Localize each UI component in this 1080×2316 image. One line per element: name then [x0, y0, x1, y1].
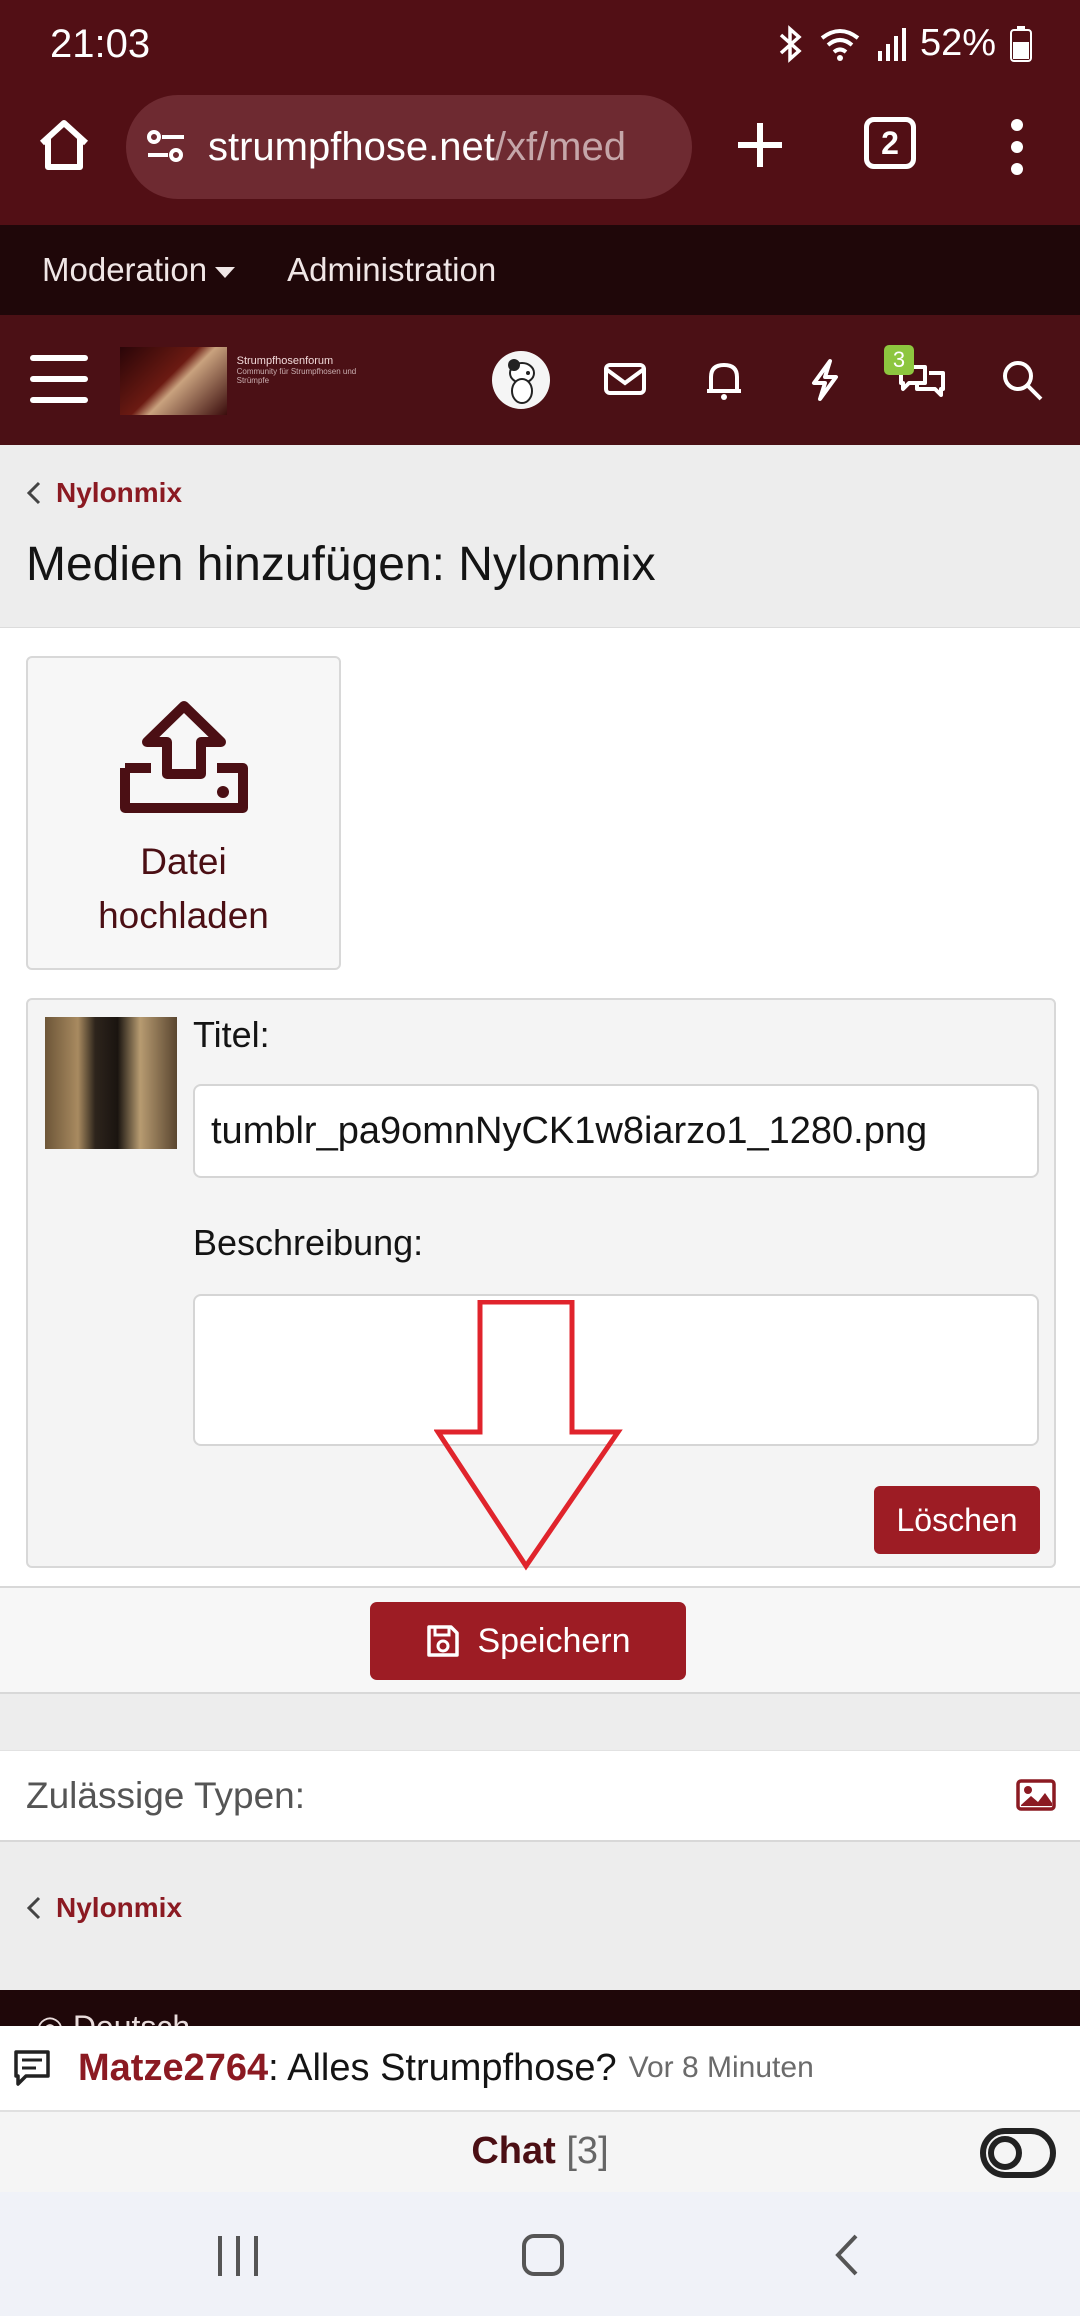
title-label: Titel: — [193, 1014, 270, 1055]
status-time: 21:03 — [50, 22, 151, 66]
annotation-arrow-down-icon — [434, 1300, 623, 1571]
toggle-knob — [988, 2136, 1022, 2170]
chat-username[interactable]: Matze2764 — [78, 2047, 268, 2090]
allowed-types-label: Zulässige Typen: — [26, 1775, 306, 1816]
moderation-menu[interactable]: Moderation — [42, 251, 236, 289]
media-thumbnail[interactable] — [45, 1017, 177, 1149]
signal-icon — [877, 27, 906, 61]
battery-icon — [1010, 25, 1032, 62]
image-icon — [1016, 1779, 1056, 1811]
conversations-badge: 3 — [884, 345, 914, 375]
avatar-image — [508, 359, 535, 404]
chat-message-time: Vor 8 Minuten — [628, 2051, 814, 2084]
chat-message-icon — [14, 2050, 50, 2086]
spacer — [0, 1694, 1080, 1750]
back-icon[interactable] — [832, 2232, 860, 2278]
nav-home-icon[interactable] — [522, 2234, 564, 2276]
upload-label-line1: Datei — [140, 841, 227, 882]
breadcrumb[interactable]: Nylonmix — [26, 477, 182, 509]
delete-button[interactable]: Löschen — [874, 1486, 1040, 1554]
allowed-types-row: Zulässige Typen: — [0, 1750, 1080, 1842]
form-submit-row: Speichern — [0, 1586, 1080, 1694]
language-selector[interactable]: ◎ Deutsch — [36, 2008, 190, 2026]
site-footer: ◎ Deutsch — [0, 1990, 1080, 2026]
url-host: strumpfhose.net — [208, 124, 495, 169]
site-logo[interactable]: Strumpfhosenforum Community für Strumpfh… — [120, 347, 376, 415]
upload-icon — [119, 701, 248, 813]
logo-image — [120, 347, 227, 415]
footer-breadcrumb[interactable]: Nylonmix — [26, 1892, 182, 1924]
more-menu-icon[interactable] — [1010, 115, 1024, 179]
caret-down-icon — [215, 266, 236, 278]
breadcrumb-link[interactable]: Nylonmix — [56, 477, 182, 509]
save-icon — [427, 1625, 460, 1657]
chevron-left-icon — [26, 481, 41, 505]
title-input[interactable] — [193, 1084, 1039, 1178]
moderation-label: Moderation — [42, 251, 208, 288]
chat-toggle[interactable] — [980, 2128, 1056, 2178]
language-label: Deutsch — [73, 2009, 190, 2026]
logo-subtitle: Community für Strumpfhosen und Strümpfe — [236, 367, 357, 385]
chat-count: [3] — [566, 2130, 609, 2172]
chat-title: Chat [3] — [0, 2130, 1080, 2173]
footer-breadcrumb-link[interactable]: Nylonmix — [56, 1892, 182, 1924]
page-header: Nylonmix Medien hinzufügen: Nylonmix — [0, 445, 1080, 628]
save-button[interactable]: Speichern — [370, 1602, 686, 1680]
lightning-icon[interactable] — [798, 353, 852, 407]
page-title: Medien hinzufügen: Nylonmix — [26, 538, 656, 591]
chat-message-text: : Alles Strumpfhose? — [268, 2046, 617, 2089]
search-icon[interactable] — [995, 353, 1049, 407]
chat-latest-message[interactable]: Matze2764 : Alles Strumpfhose? Vor 8 Min… — [0, 2026, 1080, 2110]
menu-icon[interactable] — [30, 355, 88, 403]
bell-icon[interactable] — [697, 353, 751, 407]
globe-icon: ◎ — [36, 2009, 64, 2026]
bluetooth-icon — [779, 24, 802, 63]
logo-title: Strumpfhosenforum — [236, 355, 334, 367]
browser-chrome: 21:03 52% strumpfhose.net/xf/med 2 — [0, 0, 1080, 225]
save-label: Speichern — [477, 1621, 631, 1660]
site-settings-icon[interactable] — [146, 129, 186, 165]
system-nav-bar — [0, 2192, 1080, 2316]
administration-link[interactable]: Administration — [287, 251, 496, 289]
tab-switcher-button[interactable]: 2 — [864, 117, 916, 169]
chat-bar[interactable]: Chat [3] — [0, 2110, 1080, 2192]
moderation-bar: Moderation Administration — [0, 225, 1080, 315]
site-header: Strumpfhosenforum Community für Strumpfh… — [0, 315, 1080, 445]
battery-percent: 52% — [919, 22, 996, 64]
inbox-icon[interactable] — [598, 353, 652, 407]
new-tab-icon[interactable] — [730, 115, 790, 175]
wifi-icon — [820, 28, 860, 61]
url-text: strumpfhose.net/xf/med — [208, 125, 626, 170]
chat-title-label: Chat — [471, 2130, 556, 2172]
upload-file-button[interactable]: Datei hochladen — [26, 656, 341, 970]
home-icon[interactable] — [34, 115, 94, 175]
footer-breadcrumb-bar: Nylonmix — [0, 1842, 1080, 1990]
recents-icon[interactable] — [218, 2236, 258, 2276]
url-path: /xf/med — [494, 124, 626, 169]
upload-label-line2: hochladen — [98, 895, 269, 936]
description-label: Beschreibung: — [193, 1222, 424, 1263]
status-icons: 52% — [778, 22, 1032, 65]
user-avatar[interactable] — [492, 351, 550, 409]
url-row: strumpfhose.net/xf/med 2 — [0, 95, 1080, 205]
address-bar[interactable]: strumpfhose.net/xf/med — [126, 95, 692, 199]
chevron-left-icon — [26, 1896, 41, 1920]
